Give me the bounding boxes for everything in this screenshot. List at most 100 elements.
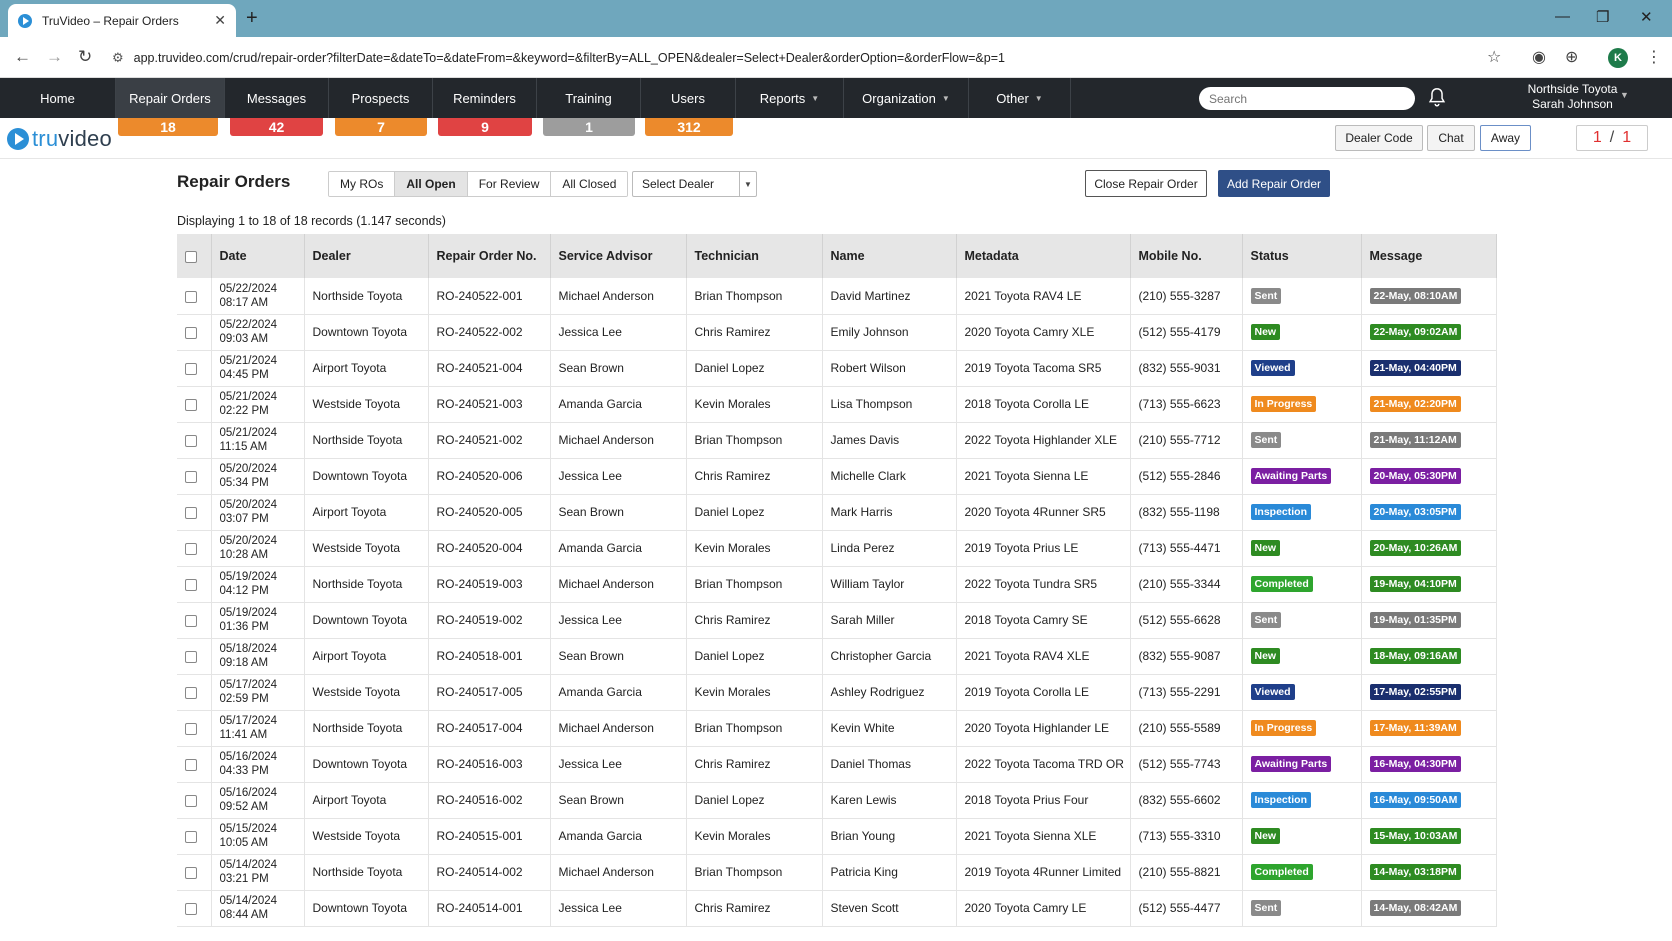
column-header-dealer[interactable]: Dealer [304,234,429,278]
close-window-icon[interactable]: ✕ [1640,8,1653,26]
repair-order-number[interactable]: RO-240516-002 [428,782,551,819]
users-count-badge[interactable]: 312 [645,118,733,136]
message-timestamp-badge[interactable]: 20-May, 10:26AM [1369,540,1462,556]
repair-order-number[interactable]: RO-240514-001 [428,890,551,927]
row-checkbox[interactable] [185,398,197,411]
repair-order-number[interactable]: RO-240516-003 [428,746,551,783]
table-row[interactable]: 05/21/2024 02:22 PM Westside Toyota RO-2405… [177,386,1497,423]
message-timestamp-badge[interactable]: 14-May, 03:18PM [1369,864,1461,880]
message-timestamp-badge[interactable]: 14-May, 08:42AM [1369,900,1462,916]
table-row[interactable]: 05/18/2024 09:18 AM Airport Toyota RO-24051… [177,638,1497,675]
row-checkbox[interactable] [185,830,197,843]
table-row[interactable]: 05/17/2024 11:41 AM Northside Toyota RO-240… [177,710,1497,747]
bell-icon[interactable] [1426,84,1448,110]
table-row[interactable]: 05/21/2024 11:15 AM Northside Toyota RO-240… [177,422,1497,459]
filter-all-closed[interactable]: All Closed [551,172,628,196]
repair-order-number[interactable]: RO-240519-002 [428,602,551,639]
filter-my-ros[interactable]: My ROs [329,172,396,196]
table-row[interactable]: 05/20/2024 03:07 PM Airport Toyota RO-24052… [177,494,1497,531]
row-checkbox[interactable] [185,686,197,699]
row-checkbox[interactable] [185,326,197,339]
repair-order-number[interactable]: RO-240517-005 [428,674,551,711]
row-checkbox[interactable] [185,650,197,663]
back-icon[interactable]: ← [14,47,31,67]
message-timestamp-badge[interactable]: 17-May, 02:55PM [1369,684,1461,700]
nav-training[interactable]: Training [537,78,641,118]
message-timestamp-badge[interactable]: 21-May, 04:40PM [1369,360,1461,376]
message-timestamp-badge[interactable]: 20-May, 03:05PM [1369,504,1461,520]
message-timestamp-badge[interactable]: 18-May, 09:16AM [1369,648,1462,664]
repair-order-number[interactable]: RO-240521-004 [428,350,551,387]
filter-all-open[interactable]: All Open [395,172,468,196]
nav-home[interactable]: Home [0,78,116,118]
row-checkbox[interactable] [185,722,197,735]
row-checkbox[interactable] [185,614,197,627]
row-checkbox[interactable] [185,902,197,915]
message-timestamp-badge[interactable]: 19-May, 04:10PM [1369,576,1461,592]
column-header-technician[interactable]: Technician [686,234,823,278]
message-timestamp-badge[interactable]: 17-May, 11:39AM [1369,720,1461,736]
repair-order-number[interactable]: RO-240515-001 [428,818,551,855]
forward-icon[interactable]: → [46,47,63,67]
nav-messages[interactable]: Messages [225,78,329,118]
table-row[interactable]: 05/14/2024 08:44 AM Downtown Toyota RO-2405… [177,890,1497,927]
browser-tab[interactable]: TruVideo – Repair Orders ✕ [8,4,236,37]
row-checkbox[interactable] [185,362,197,375]
extension-icon[interactable]: ◉ [1532,47,1546,67]
repair-orders-count-badge[interactable]: 18 [118,118,218,136]
message-timestamp-badge[interactable]: 16-May, 04:30PM [1369,756,1461,772]
repair-order-number[interactable]: RO-240520-005 [428,494,551,531]
table-row[interactable]: 05/16/2024 04:33 PM Downtown Toyota RO-2405… [177,746,1497,783]
add-repair-order-button[interactable]: Add Repair Order [1218,170,1330,197]
column-header-date[interactable]: Date [211,234,305,278]
close-repair-order-button[interactable]: Close Repair Order [1085,170,1207,197]
select-all-checkbox[interactable] [185,250,197,263]
message-timestamp-badge[interactable]: 16-May, 09:50AM [1369,792,1462,808]
repair-order-number[interactable]: RO-240521-002 [428,422,551,459]
column-header-name[interactable]: Name [822,234,957,278]
training-count-badge[interactable]: 1 [543,118,635,136]
message-timestamp-badge[interactable]: 15-May, 10:03AM [1369,828,1462,844]
nav-prospects[interactable]: Prospects [329,78,433,118]
restore-icon[interactable]: ❐ [1596,8,1609,26]
column-header-status[interactable]: Status [1242,234,1362,278]
messages-count-badge[interactable]: 42 [230,118,323,136]
profile-avatar[interactable]: K [1608,48,1628,68]
url-field[interactable]: ⚙ app.truvideo.com/crud/repair-order?fil… [112,43,1542,72]
nav-organization[interactable]: Organization ▼ [844,78,969,118]
prospects-count-badge[interactable]: 7 [335,118,427,136]
nav-other[interactable]: Other ▼ [969,78,1071,118]
repair-order-number[interactable]: RO-240518-001 [428,638,551,675]
message-timestamp-badge[interactable]: 22-May, 09:02AM [1369,324,1462,340]
row-checkbox[interactable] [185,758,197,771]
repair-order-number[interactable]: RO-240520-006 [428,458,551,495]
bookmark-star-icon[interactable]: ☆ [1487,47,1501,67]
row-checkbox[interactable] [185,506,197,519]
close-tab-icon[interactable]: ✕ [214,12,226,29]
row-checkbox[interactable] [185,290,197,303]
table-row[interactable]: 05/19/2024 04:12 PM Northside Toyota RO-240… [177,566,1497,603]
row-checkbox[interactable] [185,578,197,591]
dealer-code-button[interactable]: Dealer Code [1335,125,1423,151]
column-header-mobile-no[interactable]: Mobile No. [1130,234,1243,278]
column-header-metadata[interactable]: Metadata [956,234,1131,278]
minimize-icon[interactable]: — [1555,8,1570,25]
nav-reminders[interactable]: Reminders [433,78,537,118]
message-timestamp-badge[interactable]: 21-May, 11:12AM [1369,432,1461,448]
dealer-select[interactable]: Select Dealer ▼ [632,171,757,197]
reminders-count-badge[interactable]: 9 [438,118,532,136]
chat-button[interactable]: Chat [1427,125,1475,151]
table-row[interactable]: 05/17/2024 02:59 PM Westside Toyota RO-2405… [177,674,1497,711]
reload-icon[interactable]: ↻ [78,47,92,67]
away-button[interactable]: Away [1480,125,1531,151]
nav-reports[interactable]: Reports ▼ [736,78,844,118]
puzzle-icon[interactable]: ⊕ [1565,47,1578,67]
row-checkbox[interactable] [185,794,197,807]
table-row[interactable]: 05/15/2024 10:05 AM Westside Toyota RO-2405… [177,818,1497,855]
table-row[interactable]: 05/20/2024 05:34 PM Downtown Toyota RO-2405… [177,458,1497,495]
repair-order-number[interactable]: RO-240522-001 [428,278,551,315]
column-header-service-advisor[interactable]: Service Advisor [550,234,687,278]
message-timestamp-badge[interactable]: 21-May, 02:20PM [1369,396,1461,412]
table-row[interactable]: 05/22/2024 08:17 AM Northside Toyota RO-240… [177,278,1497,315]
nav-repair-orders[interactable]: Repair Orders [116,78,225,118]
